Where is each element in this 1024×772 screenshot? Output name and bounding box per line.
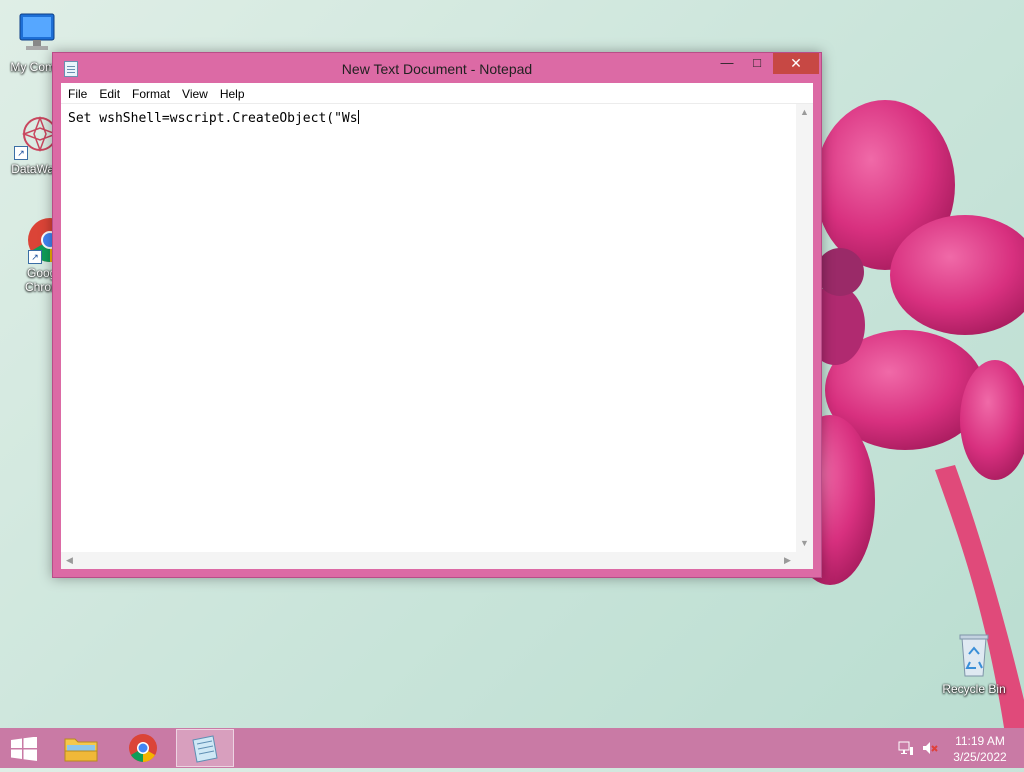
chrome-icon [129,734,157,762]
recycle-bin-icon [950,632,998,680]
horizontal-scrollbar[interactable]: ◀ ▶ [61,552,796,569]
windows-logo-icon [11,736,37,761]
menu-view[interactable]: View [176,83,214,102]
window-title: New Text Document - Notepad [341,61,533,77]
shortcut-arrow-icon: ↗ [28,250,42,264]
system-clock[interactable]: 11:19 AM 3/25/2022 [944,733,1016,765]
scroll-down-arrow-icon[interactable]: ▼ [796,535,813,552]
window-titlebar[interactable]: New Text Document - Notepad — □ ✕ [53,53,821,83]
notepad-window[interactable]: New Text Document - Notepad — □ ✕ File Ed… [52,52,822,578]
close-button[interactable]: ✕ [773,53,819,74]
maximize-button[interactable]: □ [743,53,771,74]
taskbar-chrome[interactable] [115,729,171,767]
notepad-icon [192,735,218,763]
clock-date: 3/25/2022 [953,750,1007,764]
scroll-up-arrow-icon[interactable]: ▲ [796,104,813,121]
folder-icon [64,738,98,762]
menu-edit[interactable]: Edit [93,83,126,102]
text-caret [357,110,359,124]
network-icon[interactable] [898,740,914,756]
taskbar-file-explorer[interactable] [53,729,109,767]
scroll-right-arrow-icon[interactable]: ▶ [779,552,796,569]
taskbar: 11:19 AM 3/25/2022 [0,728,1024,768]
taskbar-notepad[interactable] [176,729,234,767]
menu-format[interactable]: Format [126,83,176,102]
vertical-scrollbar[interactable]: ▲ ▼ [796,104,813,552]
menu-help[interactable]: Help [214,83,251,102]
minimize-button[interactable]: — [713,53,741,74]
shortcut-arrow-icon: ↗ [14,146,28,160]
menu-file[interactable]: File [62,83,93,102]
volume-muted-icon[interactable] [922,740,938,756]
desktop-icon-label: Recycle Bin [942,682,1006,696]
window-client-area: File Edit Format View Help Set wshShell=wscr… [61,83,813,569]
scroll-left-arrow-icon[interactable]: ◀ [61,552,78,569]
size-grip[interactable] [796,552,813,569]
menu-bar: File Edit Format View Help [61,83,813,104]
desktop-icon-recycle-bin[interactable]: Recycle Bin [938,632,1010,696]
start-button[interactable] [10,736,38,761]
editor-text: Set wshShell=wscript.CreateObject("Ws [68,111,358,126]
clock-time: 11:19 AM [955,734,1005,748]
computer-icon [12,10,60,58]
editor-content: Set wshShell=wscript.CreateObject("Ws [68,110,359,126]
text-editor[interactable]: Set wshShell=wscript.CreateObject("Ws [61,104,796,552]
